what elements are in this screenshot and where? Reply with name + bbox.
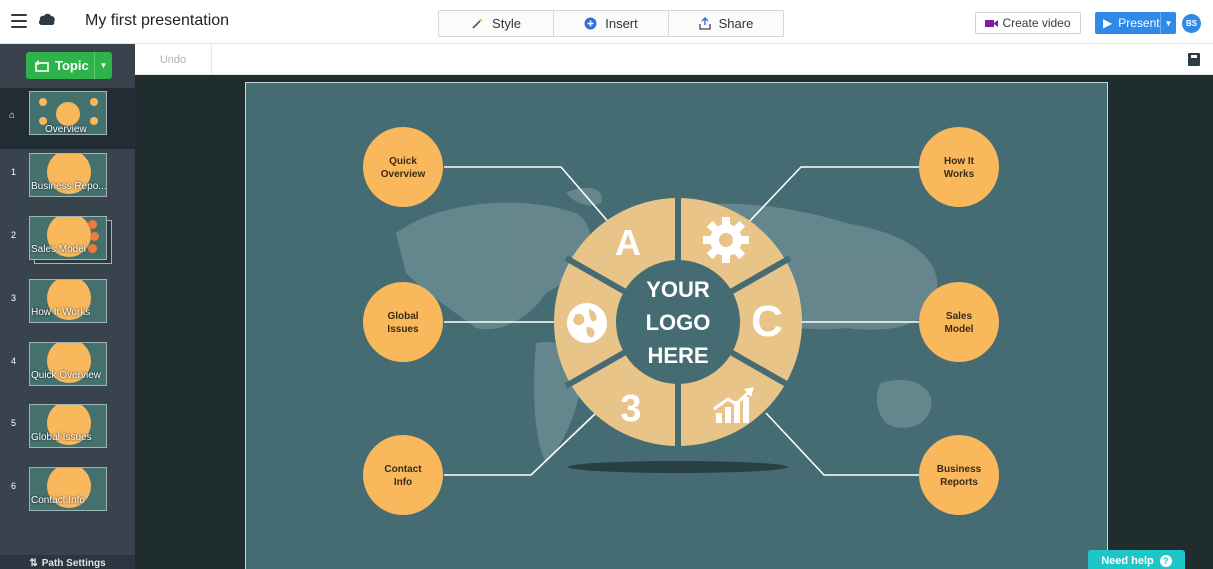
save-icon[interactable] [1188, 53, 1200, 66]
node-contact-info[interactable]: Contact Info [363, 435, 443, 515]
insert-button[interactable]: Insert [554, 11, 669, 36]
node-label-line: Quick [389, 156, 417, 167]
insert-label: Insert [605, 16, 638, 31]
node-sales-model[interactable]: Sales Model [919, 282, 999, 362]
present-button[interactable]: ▶ Present ▼ [1095, 12, 1176, 34]
node-label-line: Contact [384, 464, 422, 475]
slide-label: Contact Info [31, 495, 85, 506]
need-help-label: Need help [1101, 555, 1154, 567]
logo-line-1: YOUR [646, 277, 710, 302]
segment-3-text: 3 [620, 388, 641, 430]
node-quick-overview[interactable]: Quick Overview [363, 127, 443, 207]
slide-graphic: A C 3 YOUR LOGO HERE Quick Overview Glob… [363, 127, 999, 515]
app-root: My first presentation Style Insert Share… [0, 0, 1213, 569]
create-video-button[interactable]: Create video [975, 12, 1081, 34]
slide-number: 2 [11, 230, 17, 240]
node-label-line: Model [945, 324, 974, 335]
share-label: Share [718, 16, 754, 31]
slide-number: 5 [11, 418, 17, 428]
path-settings-icon: ⇅ [29, 558, 38, 569]
node-label-line: Overview [381, 169, 426, 180]
present-label: Present [1118, 16, 1160, 30]
topic-label: Topic [55, 58, 89, 73]
overview-label: Overview [45, 124, 87, 135]
hamburger-menu-icon[interactable] [11, 14, 27, 28]
path-settings-button[interactable]: ⇅ Path Settings [0, 555, 135, 569]
logo-line-2: LOGO [646, 310, 711, 335]
node-how-it-works[interactable]: How It Works [919, 127, 999, 207]
style-label: Style [492, 16, 521, 31]
toolbar-segment: Style Insert Share [438, 10, 784, 37]
gear-icon [703, 217, 749, 263]
share-button[interactable]: Share [669, 11, 783, 36]
node-label-line: Info [394, 477, 412, 488]
play-icon: ▶ [1103, 16, 1113, 30]
logo-line-3: HERE [647, 343, 708, 368]
path-settings-label: Path Settings [41, 558, 106, 569]
slide-item-4[interactable]: 4 Quick Overview [0, 340, 135, 398]
logo-placeholder: YOUR LOGO HERE [646, 277, 711, 368]
node-label-line: How It [944, 156, 975, 167]
slide-label: How It Works [31, 307, 91, 318]
node-label-line: Global [387, 311, 418, 322]
help-icon: ? [1159, 555, 1172, 567]
editor-canvas: A C 3 YOUR LOGO HERE Quick Overview Glob… [135, 75, 1213, 569]
upload-icon [698, 17, 711, 30]
undo-button[interactable]: Undo [135, 44, 212, 75]
topic-icon [35, 60, 49, 72]
slide-label: Global Issues [31, 432, 92, 443]
home-icon: ⌂ [9, 110, 16, 121]
globe-icon [567, 303, 607, 343]
slide-number: 4 [11, 356, 17, 366]
cloud-icon [38, 13, 55, 25]
node-business-reports[interactable]: Business Reports [919, 435, 999, 515]
magic-wand-icon [472, 18, 484, 29]
slide-item-5[interactable]: 5 Global Issues [0, 402, 135, 460]
node-global-issues[interactable]: Global Issues [363, 282, 443, 362]
slides-sidebar: Topic ▼ ⌂ Overview 1 Business Repo... 2 [0, 44, 135, 569]
document-title[interactable]: My first presentation [85, 12, 229, 30]
secondary-toolbar: Undo [135, 44, 1213, 75]
slide-number: 6 [11, 481, 17, 491]
slide-item-6[interactable]: 6 Contact Info [0, 465, 135, 523]
node-label-line: Reports [940, 477, 978, 488]
slide-label: Quick Overview [31, 370, 102, 381]
style-button[interactable]: Style [439, 11, 554, 36]
slide-item-2[interactable]: 2 Sales Model [0, 214, 135, 272]
create-video-label: Create video [1002, 16, 1071, 30]
node-label-line: Works [944, 169, 975, 180]
slide-item-1[interactable]: 1 Business Repo... [0, 151, 135, 209]
user-avatar[interactable]: BS [1182, 14, 1201, 33]
slide-number: 3 [11, 293, 17, 303]
need-help-button[interactable]: Need help ? [1088, 550, 1185, 569]
top-bar: My first presentation Style Insert Share… [0, 0, 1213, 44]
slide-label: Sales Model [31, 244, 87, 255]
segment-a-text: A [615, 222, 641, 263]
slide-canvas[interactable]: A C 3 YOUR LOGO HERE Quick Overview Glob… [245, 82, 1108, 569]
node-label-line: Business [937, 464, 982, 475]
node-label-line: Sales [946, 311, 973, 322]
node-label-line: Issues [387, 324, 419, 335]
slide-item-3[interactable]: 3 How It Works [0, 277, 135, 335]
present-dropdown-icon[interactable]: ▼ [1160, 12, 1176, 34]
video-camera-icon [985, 19, 999, 27]
slide-number: 1 [11, 167, 17, 177]
segment-c-text: C [751, 297, 783, 346]
topic-dropdown-icon[interactable]: ▼ [94, 52, 112, 79]
plus-circle-icon [584, 17, 597, 30]
slide-label: Business Repo... [31, 181, 107, 192]
topic-button[interactable]: Topic ▼ [26, 52, 112, 79]
